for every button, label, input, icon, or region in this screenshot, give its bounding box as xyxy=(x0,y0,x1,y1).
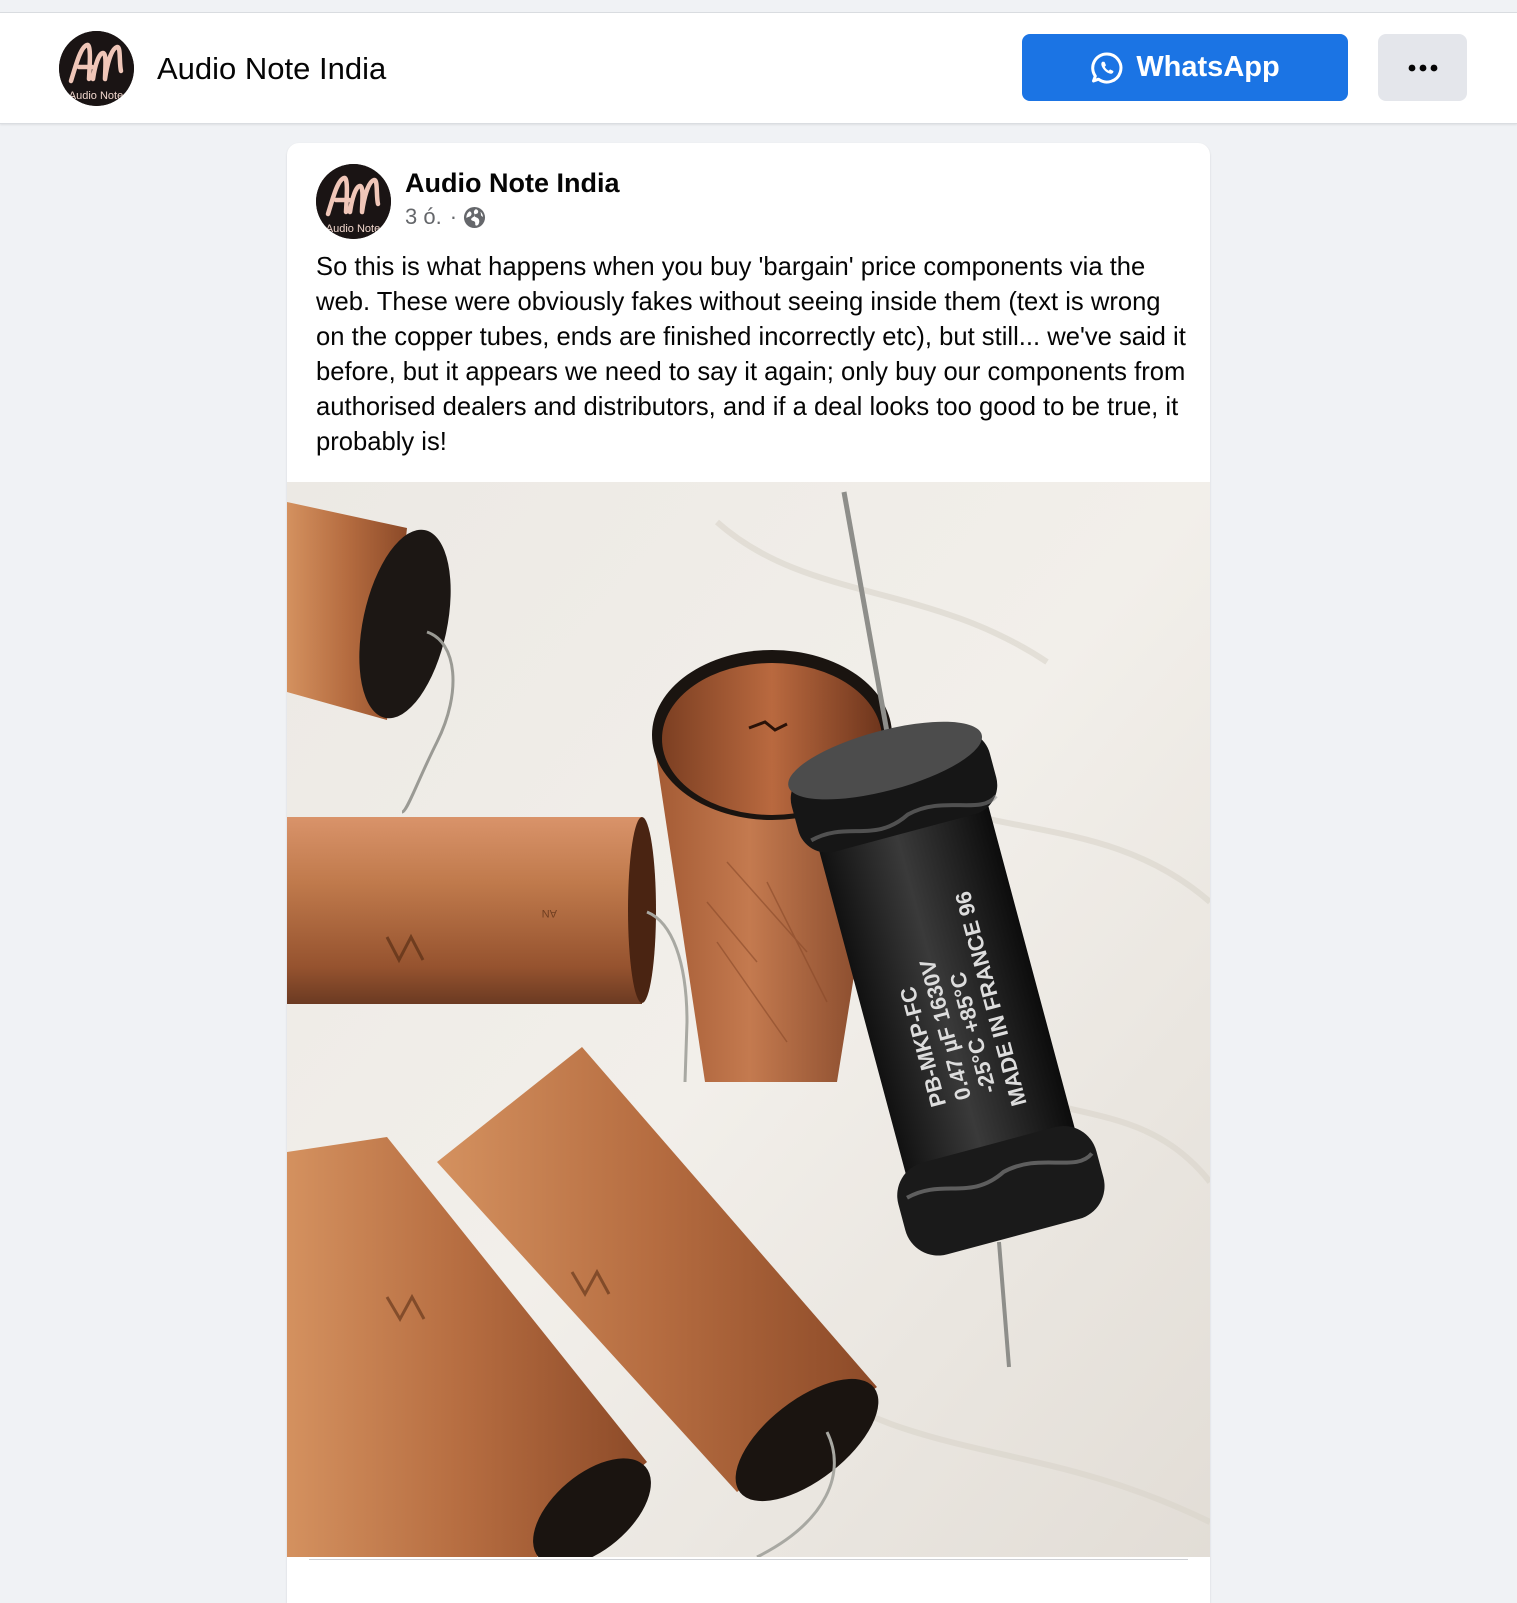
page-avatar[interactable]: Audio Note xyxy=(59,31,134,106)
audio-note-logo: Audio Note xyxy=(316,164,391,239)
page-header: Audio Note Audio Note India WhatsApp xyxy=(0,13,1517,124)
whatsapp-button[interactable]: WhatsApp xyxy=(1022,34,1348,101)
post-card: Audio Note Audio Note India 3 ó. · So th… xyxy=(287,143,1210,1603)
svg-text:AN: AN xyxy=(542,907,557,919)
card-divider xyxy=(309,1559,1188,1560)
svg-text:Audio Note: Audio Note xyxy=(326,223,380,235)
post-author-name[interactable]: Audio Note India xyxy=(405,167,619,199)
svg-text:Audio Note: Audio Note xyxy=(69,90,123,102)
post-author-avatar[interactable]: Audio Note xyxy=(316,164,391,239)
top-divider xyxy=(0,0,1517,13)
audio-note-logo: Audio Note xyxy=(59,31,134,106)
whatsapp-icon xyxy=(1090,51,1124,85)
post-text: So this is what happens when you buy 'ba… xyxy=(316,253,1186,456)
globe-icon[interactable] xyxy=(463,206,486,229)
post-photo[interactable]: AN PB-MKP-FC 0.47 µF 1630V -25°C +85°C M… xyxy=(287,482,1210,1557)
post-timestamp[interactable]: 3 ó. xyxy=(405,203,442,231)
more-horizontal-icon xyxy=(1408,64,1437,71)
more-options-button[interactable] xyxy=(1378,34,1467,101)
page-name[interactable]: Audio Note India xyxy=(157,51,386,87)
post-meta: 3 ó. · xyxy=(405,203,486,231)
meta-separator: · xyxy=(449,204,458,229)
whatsapp-button-label: WhatsApp xyxy=(1136,51,1280,83)
